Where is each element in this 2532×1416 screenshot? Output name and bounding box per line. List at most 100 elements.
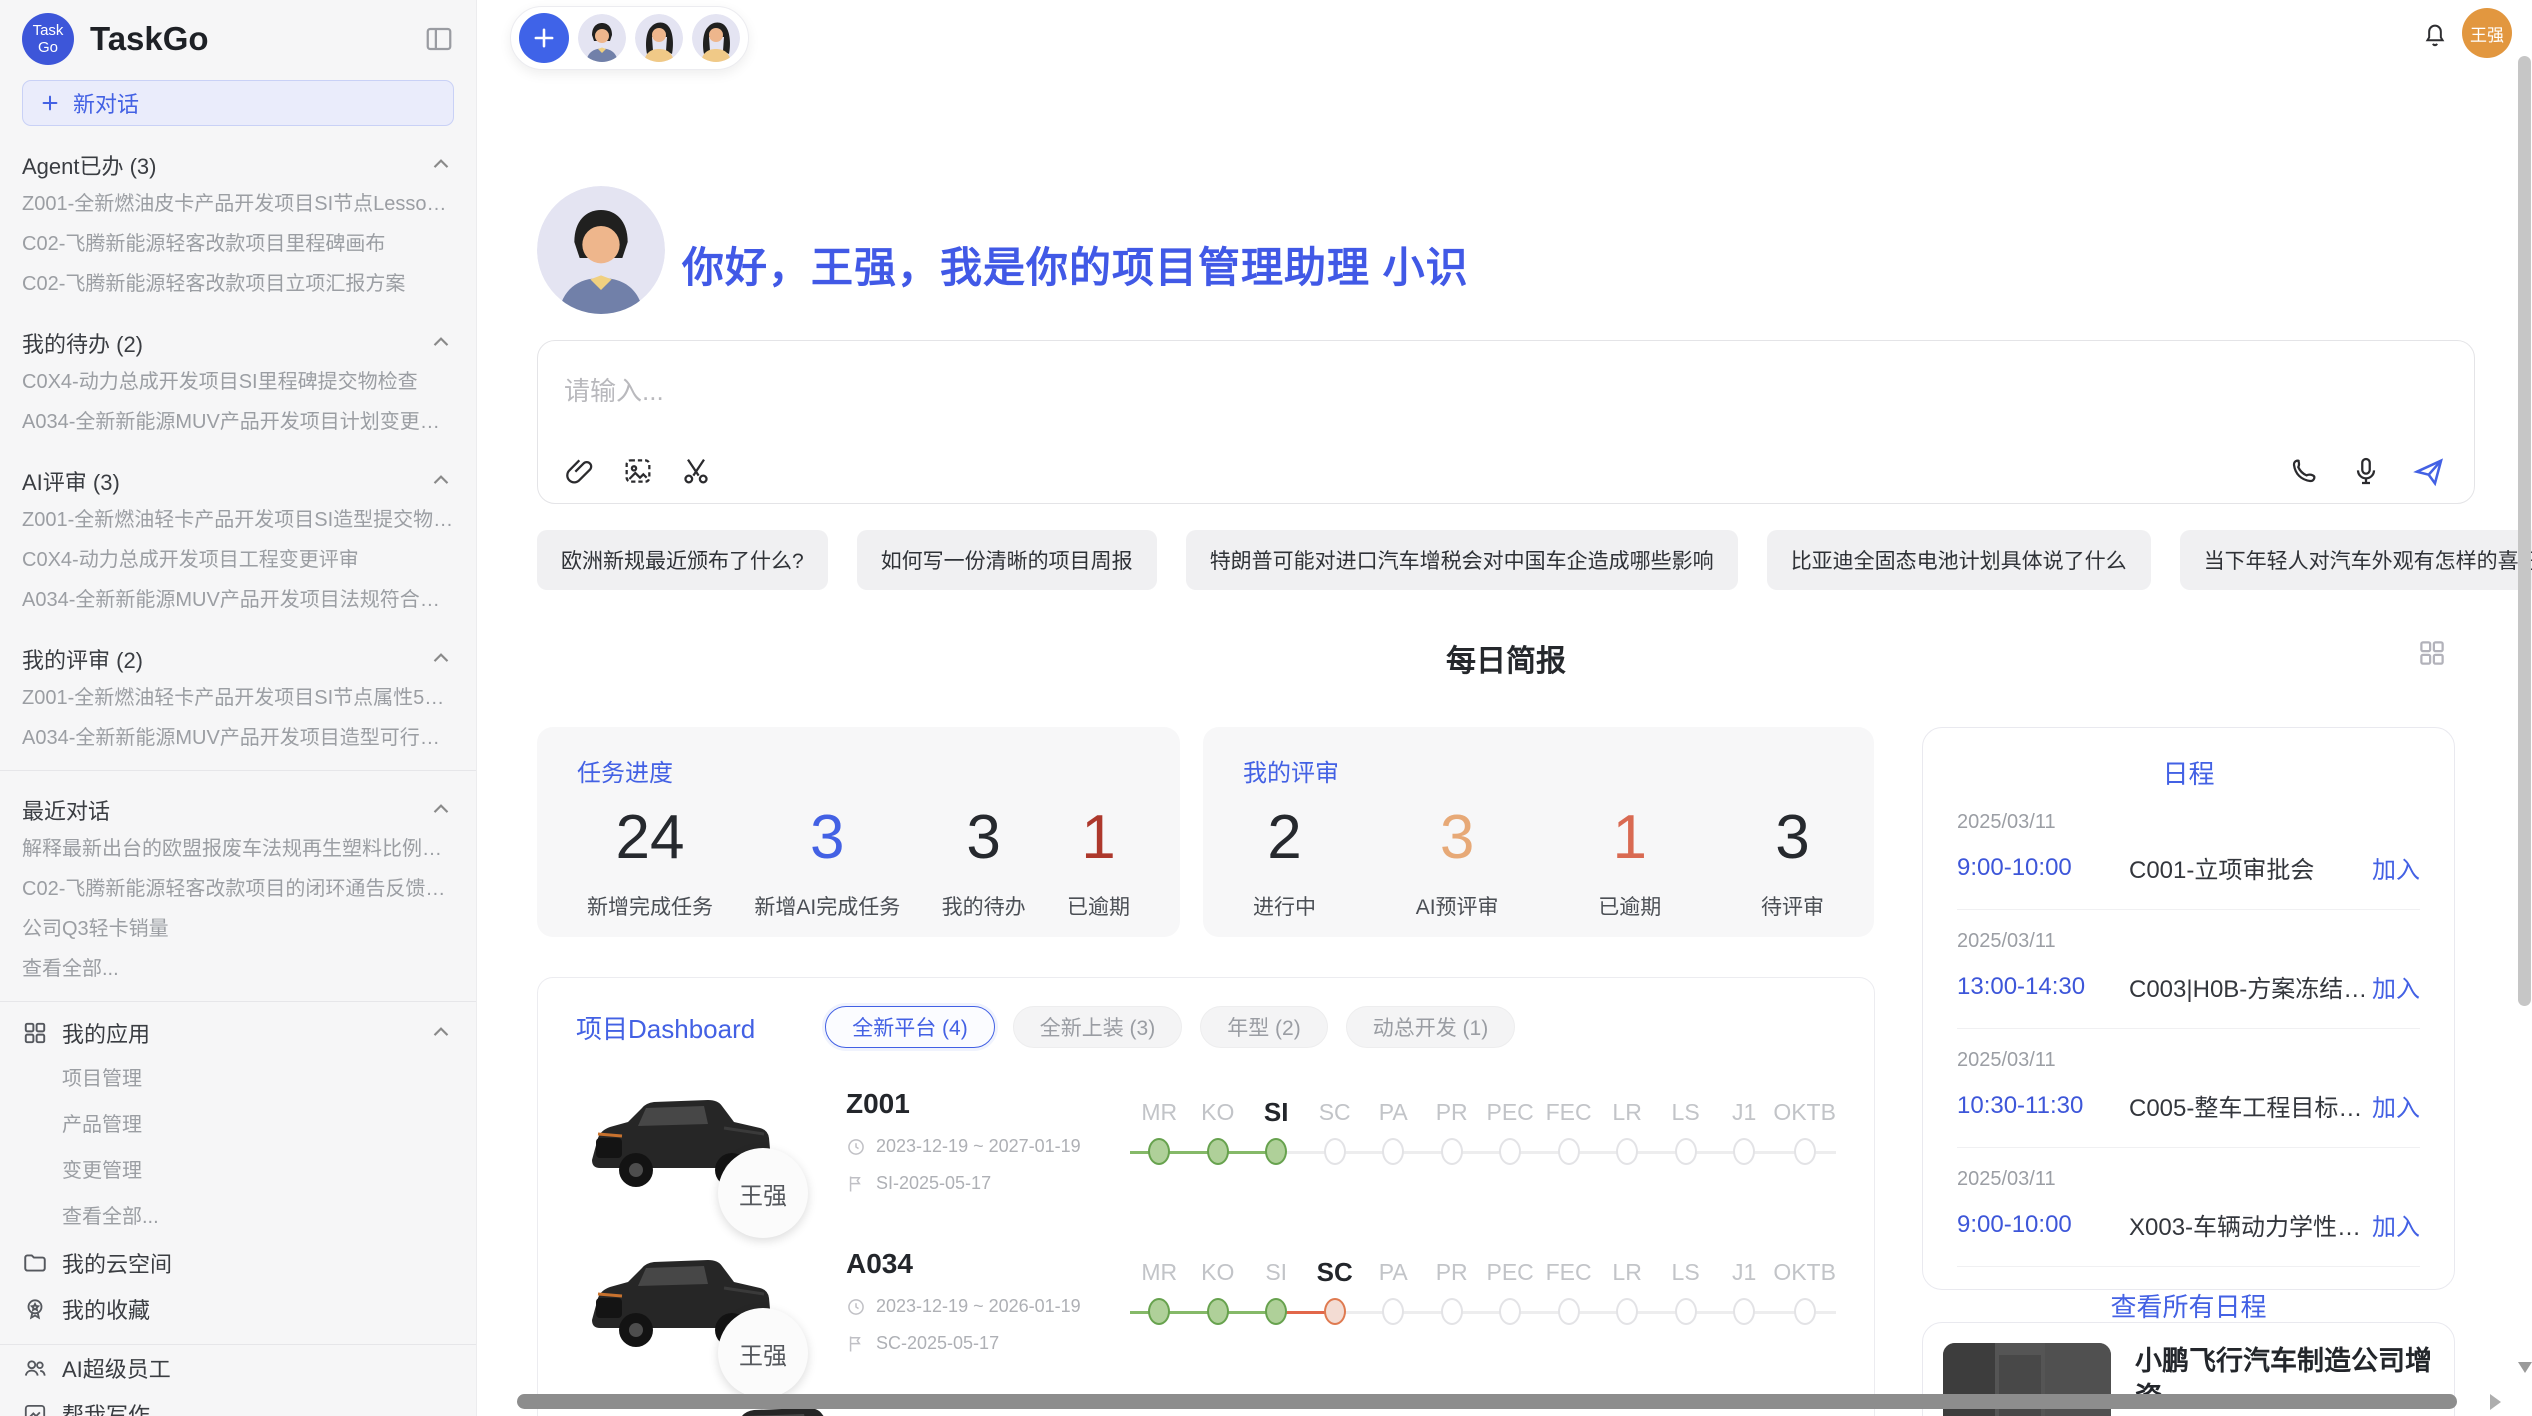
list-item[interactable]: Z001-全新燃油皮卡产品开发项目SI节点Lesson Learn报告 [22,184,454,224]
project-vehicle-image: 王强 [576,1072,784,1210]
my-review-card: 我的评审 2进行中 3AI预评审 1已逾期 3待评审 [1203,727,1874,937]
sidebar-item-favorites[interactable]: 我的收藏 [22,1286,454,1332]
card-title: 任务进度 [577,753,1140,788]
dashboard-tabs: 全新平台 (4) 全新上装 (3) 年型 (2) 动总开发 (1) [825,1006,1515,1048]
milestone: PA [1364,1096,1422,1192]
group-header[interactable]: Agent已办 (3) [22,146,454,184]
milestone: SC [1305,1256,1363,1352]
image-icon[interactable] [622,455,654,487]
milestone: OKTB [1773,1256,1836,1352]
attachment-icon[interactable] [564,455,596,487]
user-avatar[interactable]: 王强 [2462,8,2512,58]
avatar[interactable] [692,14,740,62]
sidebar-item-cloud-space[interactable]: 我的云空间 [22,1240,454,1286]
milestone: FEC [1539,1096,1597,1192]
milestone-dot [1675,1298,1697,1325]
tab-year-model[interactable]: 年型 (2) [1200,1006,1328,1048]
list-item[interactable]: C02-飞腾新能源轻客改款项目的闭环通告反馈情况 [22,869,454,909]
tab-powertrain-dev[interactable]: 动总开发 (1) [1346,1006,1516,1048]
avatar[interactable] [635,14,683,62]
schedule-title: 日程 [1957,754,2420,791]
group-header[interactable]: 最近对话 [22,791,454,829]
list-item[interactable]: 公司Q3轻卡销量 [22,909,454,949]
join-link[interactable]: 加入 [2372,969,2420,1004]
project-vehicle-image: 王强 [576,1232,784,1370]
event-title: C003|H0B-方案冻结评审 [2129,969,2372,1004]
vertical-scrollbar[interactable] [2518,56,2531,1006]
milestone-dot [1616,1138,1638,1165]
write-icon [22,1401,48,1416]
suggestion-chip[interactable]: 当下年轻人对汽车外观有怎样的喜好趋势 [2180,530,2532,590]
notification-bell-icon[interactable] [2421,21,2449,49]
milestone: PEC [1481,1256,1539,1352]
avatar[interactable] [578,14,626,62]
tab-new-body[interactable]: 全新上装 (3) [1013,1006,1183,1048]
add-agent-button[interactable] [519,13,569,63]
list-item[interactable]: Z001-全新燃油轻卡产品开发项目SI节点属性5D文件评审 [22,678,454,718]
milestone-dot [1382,1298,1404,1325]
suggestion-chips: 欧洲新规最近颁布了什么? 如何写一份清晰的项目周报 特朗普可能对进口汽车增税会对… [537,530,2475,590]
project-row[interactable]: 王强 A034 2023-12-19 ~ 2026-01-19 SC-2025-… [538,1216,1874,1376]
join-link[interactable]: 加入 [2372,1088,2420,1123]
project-date-range: 2023-12-19 ~ 2026-01-19 [876,1296,1081,1317]
group-header[interactable]: AI评审 (3) [22,462,454,500]
project-code: Z001 [846,1088,1104,1120]
scissors-icon[interactable] [680,455,712,487]
list-item[interactable]: A034-全新新能源MUV产品开发项目计划变更表编写 [22,402,454,442]
tab-new-platform[interactable]: 全新平台 (4) [825,1006,995,1048]
list-item[interactable]: 解释最新出台的欧盟报废车法规再生塑料比例被调至15%... [22,829,454,869]
microphone-icon[interactable] [2350,455,2382,487]
sidebar: Task Go TaskGo 新对话 Agent已办 (3) Z001-全新燃油… [0,0,477,1416]
send-icon[interactable] [2412,455,2444,487]
apps-grid-icon [22,1020,48,1046]
view-all-link[interactable]: 查看全部... [22,1194,454,1240]
suggestion-chip[interactable]: 如何写一份清晰的项目周报 [857,530,1157,590]
sidebar-group-my-todo: 我的待办 (2) C0X4-动力总成开发项目SI里程碑提交物检查 A034-全新… [22,324,454,442]
sidebar-item-product-mgmt[interactable]: 产品管理 [22,1102,454,1148]
daily-briefing-header: 每日简报 [537,636,2475,680]
join-link[interactable]: 加入 [2372,1207,2420,1242]
phone-icon[interactable] [2288,455,2320,487]
list-item[interactable]: A034-全新新能源MUV产品开发项目法规符合性评审 [22,580,454,620]
stat: 3我的待办 [942,802,1026,921]
horizontal-scrollbar[interactable] [517,1394,2457,1409]
list-item[interactable]: Z001-全新燃油轻卡产品开发项目SI造型提交物评审 [22,500,454,540]
collapse-sidebar-icon[interactable] [424,24,454,54]
clock-icon [846,1137,866,1157]
list-item[interactable]: C0X4-动力总成开发项目SI里程碑提交物检查 [22,362,454,402]
suggestion-chip[interactable]: 欧洲新规最近颁布了什么? [537,530,828,590]
dashboard-header: 项目Dashboard 全新平台 (4) 全新上装 (3) 年型 (2) 动总开… [538,978,1874,1056]
new-chat-button[interactable]: 新对话 [22,80,454,126]
list-item[interactable]: C02-飞腾新能源轻客改款项目立项汇报方案 [22,264,454,304]
group-header[interactable]: 我的待办 (2) [22,324,454,362]
sidebar-item-ai-super-staff[interactable]: AI超级员工 [22,1345,454,1391]
list-item[interactable]: A034-全新新能源MUV产品开发项目造型可行性评审 [22,718,454,758]
layout-grid-icon[interactable] [2417,638,2447,668]
milestone-dot [1794,1298,1816,1325]
view-all-link[interactable]: 查看全部... [22,949,454,989]
sidebar-item-my-apps[interactable]: 我的应用 [22,1010,454,1056]
event-title: C001-立项审批会 [2129,850,2372,885]
milestone: KO [1188,1256,1246,1352]
project-code: A034 [846,1248,1104,1280]
list-item[interactable]: C0X4-动力总成开发项目工程变更评审 [22,540,454,580]
project-row[interactable]: 王强 Z001 2023-12-19 ~ 2027-01-19 SI-2025-… [538,1056,1874,1216]
milestone-dot [1148,1298,1170,1325]
stat: 3待评审 [1761,802,1824,921]
schedule-item: 2025/03/11 13:00-14:30 C003|H0B-方案冻结评审 加… [1957,910,2420,1029]
card-title: 我的评审 [1243,753,1834,788]
suggestion-chip[interactable]: 特朗普可能对进口汽车增税会对中国车企造成哪些影响 [1186,530,1738,590]
suggestion-chip[interactable]: 比亚迪全固态电池计划具体说了什么 [1767,530,2151,590]
milestone-timeline: MR KO SI SC PA PR PEC FEC LR LS J1 OKTB [1130,1256,1836,1352]
sidebar-item-project-mgmt[interactable]: 项目管理 [22,1056,454,1102]
scroll-right-arrow-icon[interactable] [2490,1394,2501,1410]
scroll-down-arrow-icon[interactable] [2518,1362,2532,1373]
join-link[interactable]: 加入 [2372,850,2420,885]
group-header[interactable]: 我的评审 (2) [22,640,454,678]
sidebar-item-help-me-write[interactable]: 帮我写作 [22,1391,454,1416]
list-item[interactable]: C02-飞腾新能源轻客改款项目里程碑画布 [22,224,454,264]
chat-input[interactable] [564,369,2264,413]
flag-icon [846,1174,866,1194]
project-node-date: SI-2025-05-17 [876,1173,991,1194]
sidebar-item-change-mgmt[interactable]: 变更管理 [22,1148,454,1194]
